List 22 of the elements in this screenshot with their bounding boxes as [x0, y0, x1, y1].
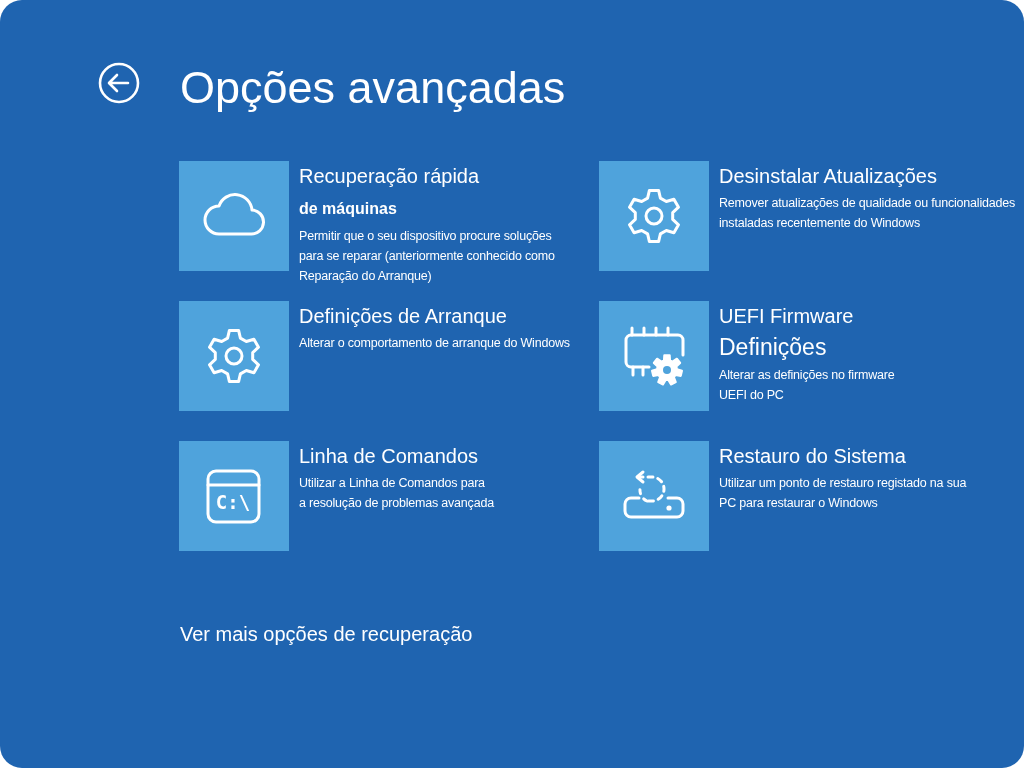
more-recovery-options-link[interactable]: Ver mais opções de recuperação [180, 621, 473, 647]
page-title: Opções avançadas [180, 61, 566, 115]
back-button[interactable] [98, 62, 140, 104]
option-title[interactable]: Linha de Comandos [299, 442, 478, 470]
option-title[interactable]: Restauro do Sistema [719, 442, 906, 470]
option-title[interactable]: Definições de Arranque [299, 302, 507, 330]
restore-icon[interactable] [599, 441, 709, 551]
cloud-icon[interactable] [179, 161, 289, 271]
gear-icon[interactable] [179, 301, 289, 411]
gear-icon[interactable] [599, 161, 709, 271]
option-description: Remover atualizações de qualidade ou funcionalidades instaladas recentemente do Windows [719, 195, 1016, 232]
option-description: Permitir que o seu dispositivo procure soluções para se reparar (anteriormente conhecido como Reparação do Arranque) [299, 228, 555, 285]
option-description: Alterar o comportamento de arranque do Windows [299, 335, 570, 352]
chip-gear-icon[interactable] [599, 301, 709, 411]
option-description: Utilizar a Linha de Comandos para a resolução de problemas avançada [299, 475, 494, 512]
option-description: Alterar as definições no firmware UEFI do PC [719, 367, 895, 404]
option-title[interactable]: Recuperação rápida [299, 162, 480, 190]
option-title[interactable]: UEFI Firmware [719, 302, 854, 330]
option-title[interactable]: Desinstalar Atualizações [719, 162, 937, 190]
option-description: Utilizar um ponto de restauro registado na sua PC para restaurar o Windows [719, 475, 967, 512]
option-title[interactable]: Definições [719, 332, 827, 362]
option-title[interactable]: de máquinas [299, 195, 397, 223]
